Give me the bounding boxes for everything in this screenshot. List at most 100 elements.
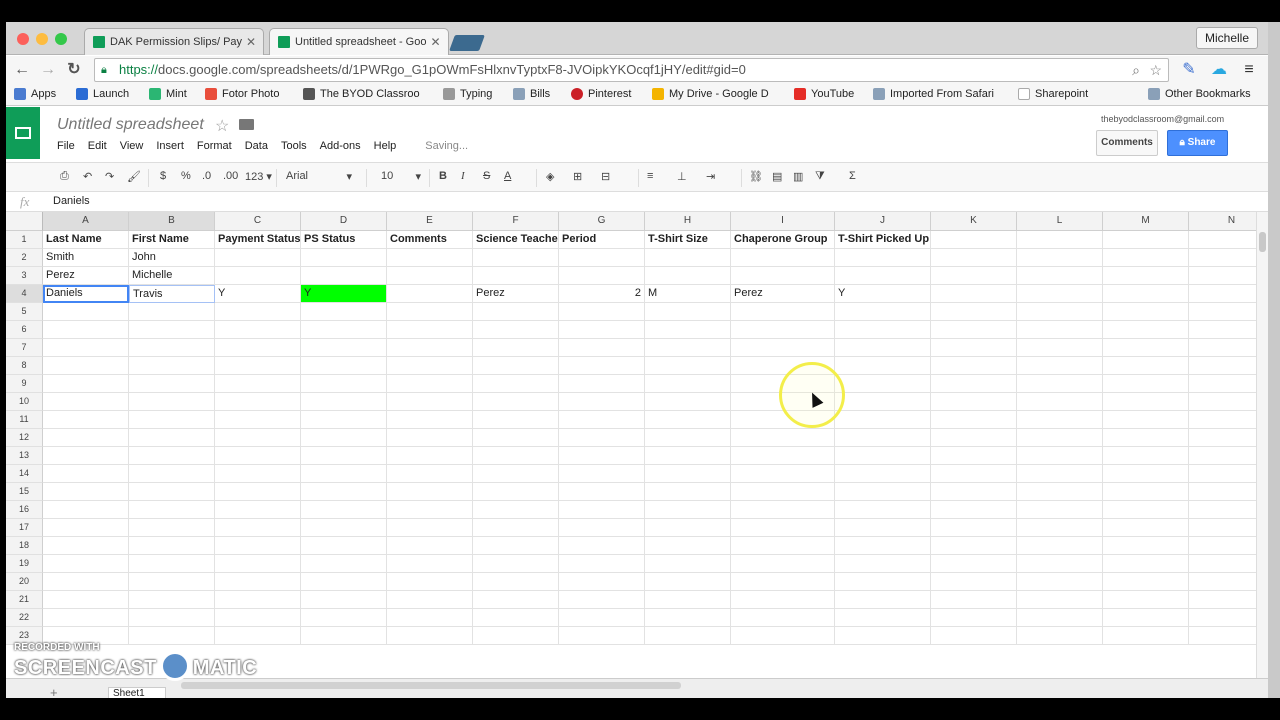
cell-m5[interactable] xyxy=(1103,303,1189,321)
cell-f19[interactable] xyxy=(473,555,559,573)
cell-l21[interactable] xyxy=(1017,591,1103,609)
menu-format[interactable]: Format xyxy=(197,140,232,152)
cell-g13[interactable] xyxy=(559,447,645,465)
cell-e21[interactable] xyxy=(387,591,473,609)
cell-a22[interactable] xyxy=(43,609,129,627)
cell-d9[interactable] xyxy=(301,375,387,393)
cell-g18[interactable] xyxy=(559,537,645,555)
increase-decimal-button[interactable]: .00 xyxy=(223,170,238,182)
cell-a5[interactable] xyxy=(43,303,129,321)
cloud-extension-icon[interactable]: ☁ xyxy=(1209,60,1229,80)
cell-m2[interactable] xyxy=(1103,249,1189,267)
cell-i23[interactable] xyxy=(731,627,835,645)
forward-arrow-icon[interactable]: → xyxy=(38,60,58,80)
cell-b7[interactable] xyxy=(129,339,215,357)
cell-n12[interactable] xyxy=(1189,429,1256,447)
cell-l6[interactable] xyxy=(1017,321,1103,339)
folder-icon[interactable] xyxy=(239,119,254,130)
cell-d2[interactable] xyxy=(301,249,387,267)
sheet-tab[interactable]: Sheet1 xyxy=(108,687,166,698)
add-sheet-icon[interactable]: + xyxy=(50,685,58,698)
cell-d1[interactable]: PS Status xyxy=(301,231,387,249)
spreadsheet-grid[interactable]: A B C D E F G H I J K L M N 1 Last Name First Name Paymen… xyxy=(6,212,1256,678)
cell-l14[interactable] xyxy=(1017,465,1103,483)
zoom-window-button[interactable] xyxy=(55,33,67,45)
column-header-h[interactable]: H xyxy=(645,212,731,231)
cell-e4[interactable] xyxy=(387,285,473,303)
cell-m18[interactable] xyxy=(1103,537,1189,555)
bookmark-fotor[interactable]: Fotor Photo xyxy=(205,88,279,100)
cell-m1[interactable] xyxy=(1103,231,1189,249)
cell-n10[interactable] xyxy=(1189,393,1256,411)
row-header[interactable]: 12 xyxy=(6,429,43,447)
horizontal-scrollbar[interactable] xyxy=(181,682,681,689)
row-header[interactable]: 11 xyxy=(6,411,43,429)
row-header[interactable]: 4 xyxy=(6,285,43,303)
cell-b3[interactable]: Michelle xyxy=(129,267,215,285)
cell-f10[interactable] xyxy=(473,393,559,411)
cell-g7[interactable] xyxy=(559,339,645,357)
cell-i20[interactable] xyxy=(731,573,835,591)
cell-f7[interactable] xyxy=(473,339,559,357)
cell-c20[interactable] xyxy=(215,573,301,591)
cell-e3[interactable] xyxy=(387,267,473,285)
cell-m14[interactable] xyxy=(1103,465,1189,483)
cell-g5[interactable] xyxy=(559,303,645,321)
cell-h3[interactable] xyxy=(645,267,731,285)
italic-button[interactable]: I xyxy=(461,170,465,182)
cell-l3[interactable] xyxy=(1017,267,1103,285)
column-header-g[interactable]: G xyxy=(559,212,645,231)
cell-d5[interactable] xyxy=(301,303,387,321)
cell-b21[interactable] xyxy=(129,591,215,609)
bookmark-apps[interactable]: Apps xyxy=(14,88,56,100)
cell-g11[interactable] xyxy=(559,411,645,429)
cell-k16[interactable] xyxy=(931,501,1017,519)
menu-tools[interactable]: Tools xyxy=(281,140,307,152)
cell-i1[interactable]: Chaperone Group xyxy=(731,231,835,249)
cell-l9[interactable] xyxy=(1017,375,1103,393)
tab-close-icon[interactable]: ✕ xyxy=(242,35,256,49)
cell-h12[interactable] xyxy=(645,429,731,447)
cell-n18[interactable] xyxy=(1189,537,1256,555)
cell-c16[interactable] xyxy=(215,501,301,519)
cell-e22[interactable] xyxy=(387,609,473,627)
cell-m11[interactable] xyxy=(1103,411,1189,429)
cell-e15[interactable] xyxy=(387,483,473,501)
cell-k11[interactable] xyxy=(931,411,1017,429)
cell-c12[interactable] xyxy=(215,429,301,447)
cell-k12[interactable] xyxy=(931,429,1017,447)
cell-e2[interactable] xyxy=(387,249,473,267)
cell-l17[interactable] xyxy=(1017,519,1103,537)
reload-icon[interactable]: ↻ xyxy=(64,60,84,80)
cell-d6[interactable] xyxy=(301,321,387,339)
bookmark-sharepoint[interactable]: Sharepoint xyxy=(1018,88,1088,100)
paint-format-icon[interactable]: 🖌︎ xyxy=(127,170,141,183)
cell-j3[interactable] xyxy=(835,267,931,285)
cell-h7[interactable] xyxy=(645,339,731,357)
address-bar[interactable]: 🔒︎ https://docs.google.com/spreadsheets/… xyxy=(94,58,1169,82)
row-header[interactable]: 13 xyxy=(6,447,43,465)
menu-view[interactable]: View xyxy=(120,140,144,152)
cell-l10[interactable] xyxy=(1017,393,1103,411)
cell-l11[interactable] xyxy=(1017,411,1103,429)
cell-d16[interactable] xyxy=(301,501,387,519)
cell-d20[interactable] xyxy=(301,573,387,591)
cell-l2[interactable] xyxy=(1017,249,1103,267)
cell-k2[interactable] xyxy=(931,249,1017,267)
cell-b22[interactable] xyxy=(129,609,215,627)
cell-i4[interactable]: Perez xyxy=(731,285,835,303)
cell-k3[interactable] xyxy=(931,267,1017,285)
cell-m7[interactable] xyxy=(1103,339,1189,357)
row-header[interactable]: 16 xyxy=(6,501,43,519)
cell-d19[interactable] xyxy=(301,555,387,573)
cell-f4[interactable]: Perez xyxy=(473,285,559,303)
bookmark-star-icon[interactable]: ☆ xyxy=(1149,59,1162,81)
cell-g4[interactable]: 2 xyxy=(559,285,645,303)
star-icon[interactable]: ☆ xyxy=(215,116,229,136)
cell-g1[interactable]: Period xyxy=(559,231,645,249)
cell-j17[interactable] xyxy=(835,519,931,537)
row-header[interactable]: 3 xyxy=(6,267,43,285)
cell-i2[interactable] xyxy=(731,249,835,267)
cell-g23[interactable] xyxy=(559,627,645,645)
cell-a21[interactable] xyxy=(43,591,129,609)
